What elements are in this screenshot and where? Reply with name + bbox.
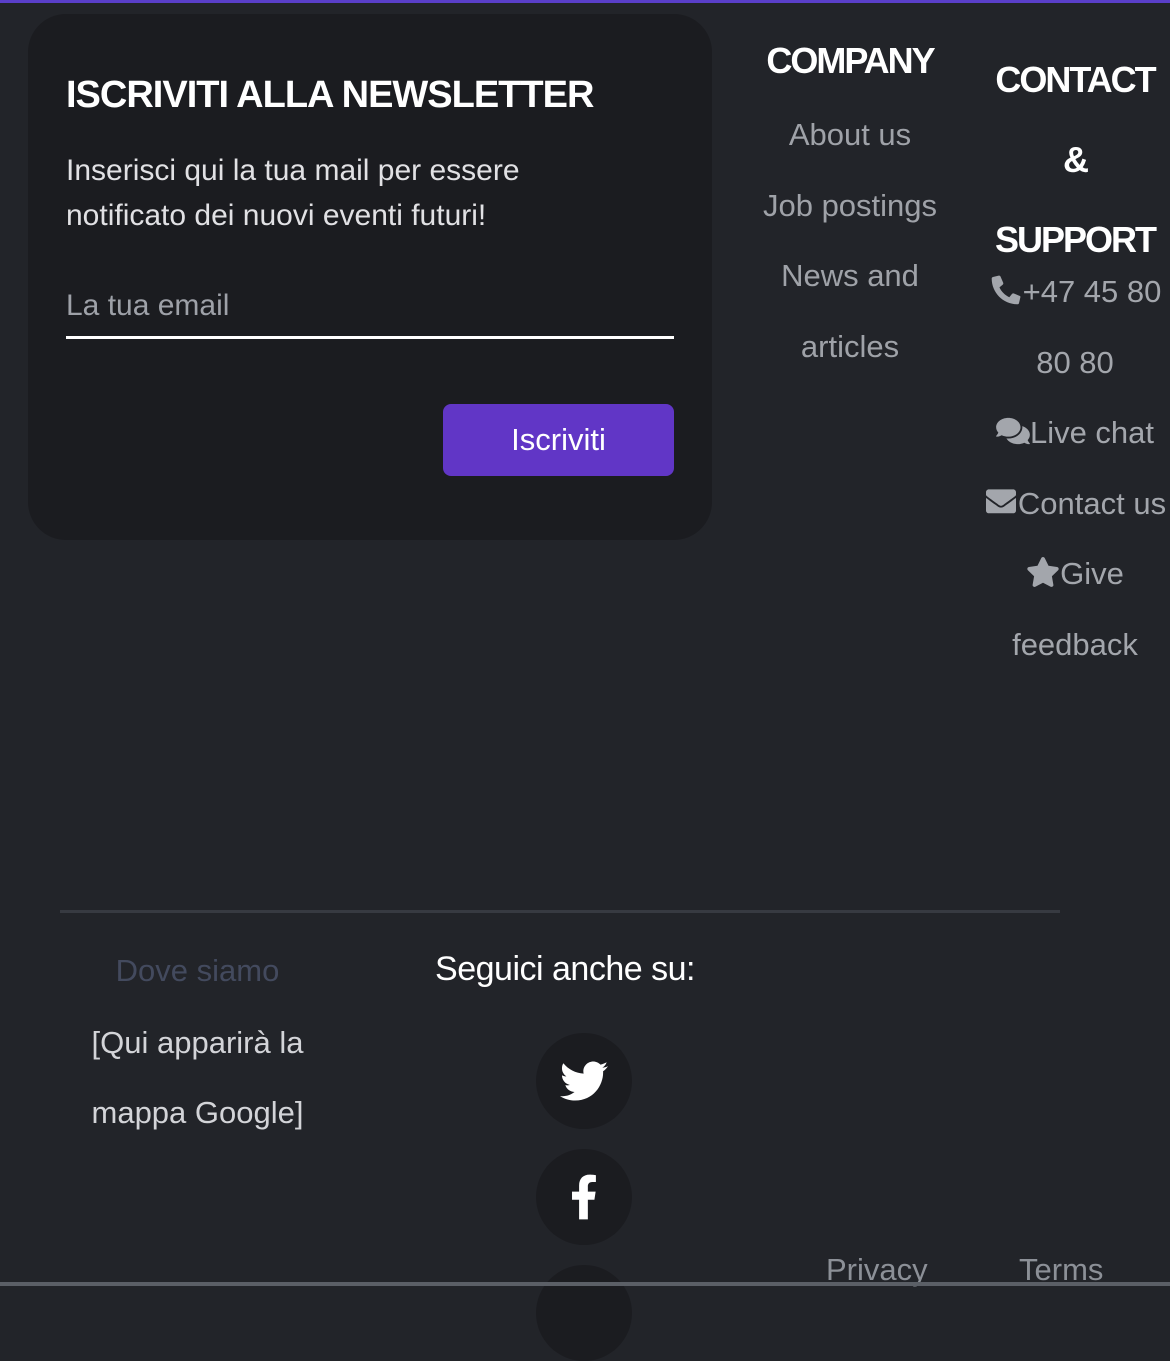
phone-link[interactable]: +47 45 80 80 80 [980, 257, 1170, 398]
contact-us-link[interactable]: Contact us [980, 469, 1170, 540]
twitter-link[interactable] [536, 1033, 632, 1129]
company-links: About us Job postings News and articles [748, 100, 952, 382]
bottom-edge [0, 1282, 1170, 1286]
contact-links: +47 45 80 80 80 Live chat Contact us Giv… [980, 257, 1170, 680]
social-title: Seguici anche su: [435, 950, 695, 988]
map-placeholder: [Qui apparirà la mappa Google] [91, 1025, 304, 1130]
email-input[interactable] [66, 276, 674, 339]
contact-support-heading: CONTACT & SUPPORT [994, 59, 1157, 260]
facebook-link[interactable] [536, 1149, 632, 1245]
about-us-link[interactable]: About us [748, 100, 952, 171]
company-heading: COMPANY [766, 40, 935, 81]
give-feedback-link[interactable]: Give feedback [980, 539, 1170, 680]
newsletter-card: ISCRIVITI ALLA NEWSLETTER Inserisci qui … [28, 14, 712, 540]
location-title: Dove siamo [115, 953, 280, 988]
news-articles-link[interactable]: News and articles [748, 241, 952, 382]
star-icon [1026, 556, 1060, 591]
chat-icon [996, 415, 1030, 450]
job-postings-link[interactable]: Job postings [748, 171, 952, 242]
phone-number: +47 45 80 80 80 [1022, 274, 1162, 380]
top-accent-bar [0, 0, 1170, 3]
newsletter-description: Inserisci qui la tua mail per essere not… [66, 154, 520, 232]
live-chat-link[interactable]: Live chat [980, 398, 1170, 469]
facebook-icon [572, 1174, 596, 1220]
live-chat-label: Live chat [1029, 415, 1155, 450]
envelope-icon [984, 486, 1018, 521]
contact-us-label: Contact us [1017, 485, 1167, 521]
social-link-partial[interactable] [536, 1265, 632, 1361]
subscribe-button[interactable]: Iscriviti [443, 404, 674, 476]
twitter-icon [560, 1061, 608, 1101]
footer-divider [60, 910, 1060, 913]
newsletter-title: ISCRIVITI ALLA NEWSLETTER [66, 74, 594, 116]
phone-icon [989, 274, 1023, 309]
